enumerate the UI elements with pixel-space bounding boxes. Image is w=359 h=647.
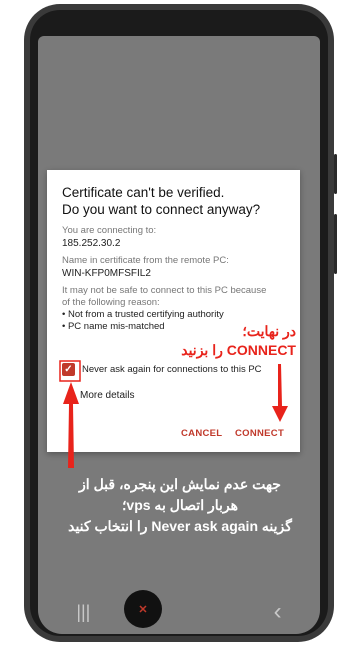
checkbox-highlight: [59, 360, 81, 382]
arrow-down-icon: [272, 364, 288, 422]
arrow-up-icon: [63, 382, 79, 468]
annotation-arrows: [59, 360, 288, 468]
